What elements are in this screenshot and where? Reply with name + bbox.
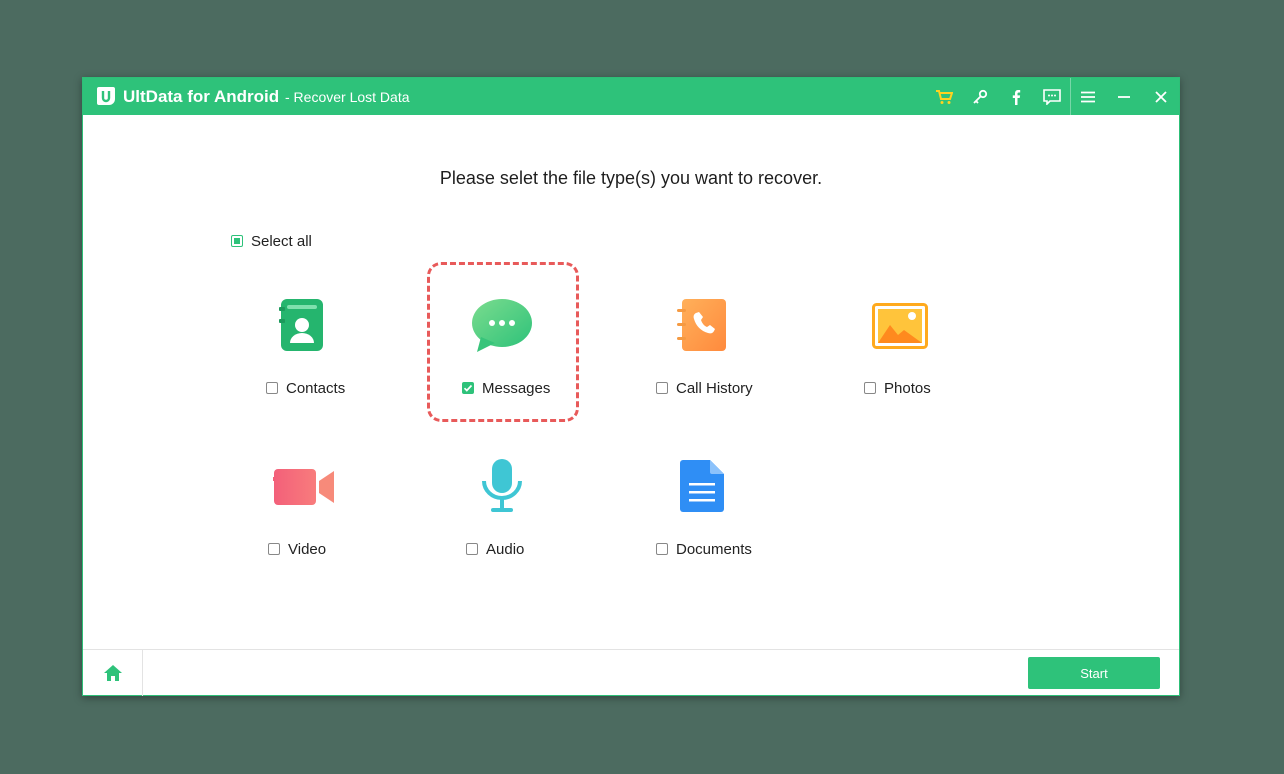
app-window: UltData for Android - Recover Lost Data … <box>82 77 1180 696</box>
title-bar: UltData for Android - Recover Lost Data <box>83 78 1179 115</box>
menu-icon[interactable] <box>1077 86 1099 108</box>
photos-label[interactable]: Photos <box>884 380 931 397</box>
video-checkbox[interactable] <box>268 543 280 555</box>
app-subtitle: - Recover Lost Data <box>285 89 410 105</box>
facebook-icon[interactable] <box>1005 86 1027 108</box>
contacts-label[interactable]: Contacts <box>286 380 345 397</box>
feedback-icon[interactable] <box>1041 86 1063 108</box>
home-icon[interactable] <box>103 664 123 682</box>
contacts-checkbox[interactable] <box>266 382 278 394</box>
audio-checkbox[interactable] <box>466 543 478 555</box>
page-heading: Please selet the file type(s) you want t… <box>439 168 823 188</box>
messages-label[interactable]: Messages <box>482 380 550 397</box>
messages-icon <box>472 299 532 352</box>
minimize-icon[interactable] <box>1113 86 1135 108</box>
footer-divider <box>83 649 1179 650</box>
audio-label[interactable]: Audio <box>486 541 524 558</box>
documents-label[interactable]: Documents <box>676 541 752 558</box>
video-label[interactable]: Video <box>288 541 326 558</box>
audio-icon <box>482 459 522 512</box>
titlebar-divider <box>1070 78 1071 115</box>
footer-vertical-divider <box>142 649 143 696</box>
app-name: UltData for Android <box>123 87 280 106</box>
select-all-label[interactable]: Select all <box>251 233 312 250</box>
photos-checkbox[interactable] <box>864 382 876 394</box>
documents-icon <box>680 460 724 512</box>
select-all-checkbox[interactable] <box>231 235 243 247</box>
photos-icon <box>872 303 928 349</box>
documents-checkbox[interactable] <box>656 543 668 555</box>
key-icon[interactable] <box>969 86 991 108</box>
call-history-checkbox[interactable] <box>656 382 668 394</box>
cart-icon[interactable] <box>933 86 955 108</box>
start-button[interactable]: Start <box>1028 657 1160 689</box>
call-history-label[interactable]: Call History <box>676 380 753 397</box>
ultdata-logo-icon <box>97 87 115 105</box>
contacts-icon <box>279 299 323 351</box>
video-icon <box>273 469 334 505</box>
close-icon[interactable] <box>1150 86 1172 108</box>
messages-checkbox[interactable] <box>462 382 474 394</box>
call-history-icon <box>677 299 726 351</box>
